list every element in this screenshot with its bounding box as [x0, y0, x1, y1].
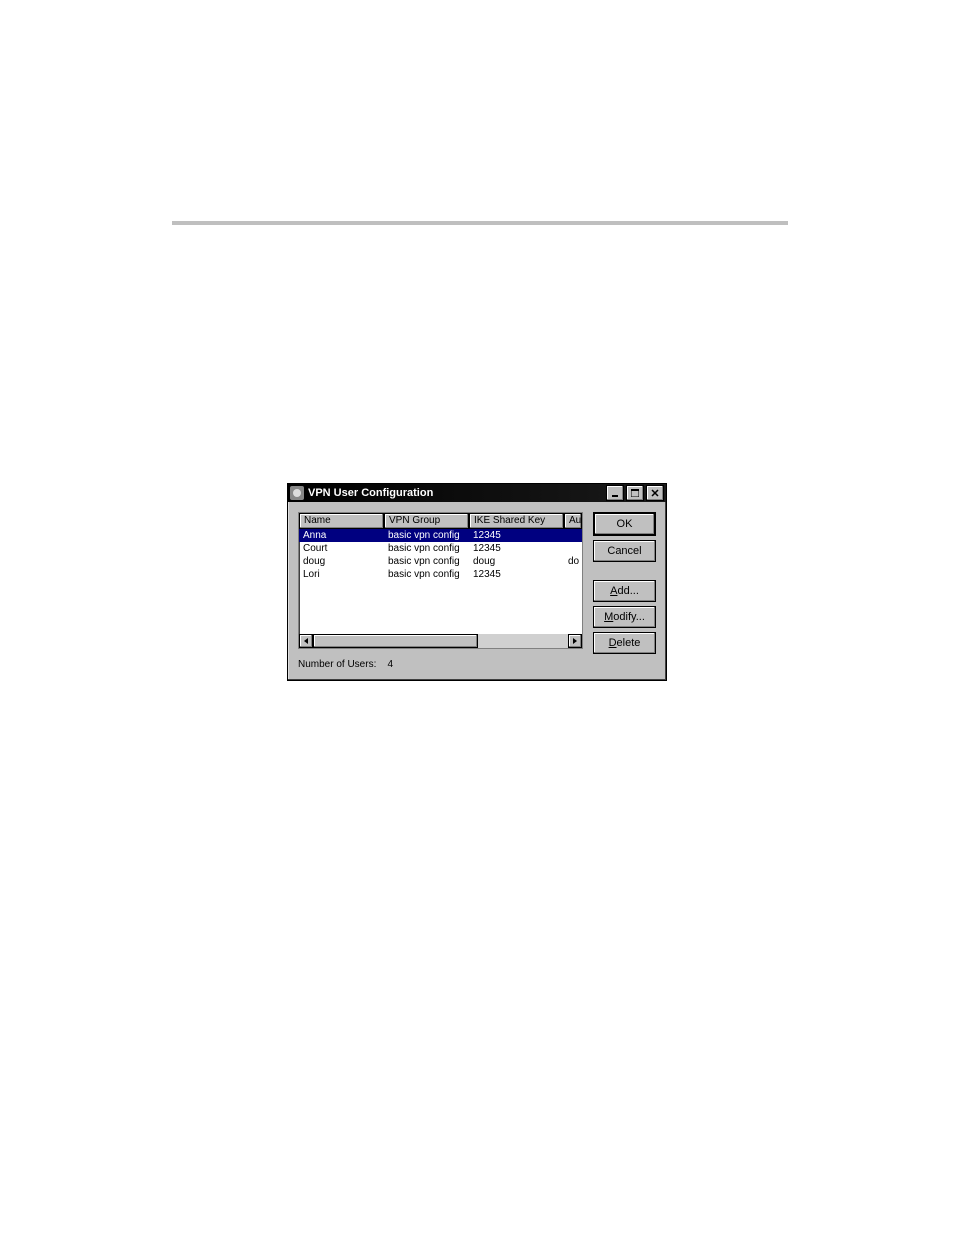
close-button[interactable]	[646, 485, 664, 501]
cell-group: basic vpn config	[384, 542, 469, 555]
user-count-label: Number of Users:	[298, 659, 376, 670]
chevron-right-icon	[572, 638, 578, 644]
cell-au	[564, 529, 582, 542]
cell-au: do	[564, 555, 582, 568]
cell-key: 12345	[469, 529, 564, 542]
maximize-icon	[631, 489, 639, 497]
close-icon	[651, 489, 659, 497]
scroll-track[interactable]	[313, 634, 568, 648]
add-button[interactable]: Add...	[593, 580, 656, 602]
page-divider	[172, 221, 788, 225]
delete-button[interactable]: Delete	[593, 632, 656, 654]
user-list-header: Name VPN Group IKE Shared Key Au	[299, 513, 582, 529]
scroll-thumb[interactable]	[313, 634, 478, 648]
scroll-left-button[interactable]	[299, 634, 313, 648]
cell-name: Anna	[299, 529, 384, 542]
cell-au	[564, 568, 582, 581]
col-header-au[interactable]: Au	[564, 513, 582, 529]
cell-group: basic vpn config	[384, 529, 469, 542]
horizontal-scrollbar[interactable]	[299, 634, 582, 648]
modify-button[interactable]: Modify...	[593, 606, 656, 628]
cell-key: doug	[469, 555, 564, 568]
app-icon	[290, 486, 304, 500]
vpn-user-config-dialog: VPN User Configuration Name VPN Group IK…	[287, 483, 667, 681]
user-count-value: 4	[387, 659, 393, 670]
add-button-label: Add...	[610, 585, 639, 597]
cancel-button[interactable]: Cancel	[593, 540, 656, 562]
cell-key: 12345	[469, 568, 564, 581]
col-header-group[interactable]: VPN Group	[384, 513, 469, 529]
status-row: Number of Users: 4	[298, 659, 583, 670]
cell-key: 12345	[469, 542, 564, 555]
col-header-name[interactable]: Name	[299, 513, 384, 529]
cell-group: basic vpn config	[384, 555, 469, 568]
user-list[interactable]: Name VPN Group IKE Shared Key Au Annabas…	[298, 512, 583, 649]
cell-group: basic vpn config	[384, 568, 469, 581]
cell-au	[564, 542, 582, 555]
window-title: VPN User Configuration	[308, 487, 604, 499]
scroll-right-button[interactable]	[568, 634, 582, 648]
minimize-button[interactable]	[606, 485, 624, 501]
window-controls	[604, 485, 664, 501]
table-row[interactable]: Loribasic vpn config12345	[299, 568, 582, 581]
table-row[interactable]: Annabasic vpn config12345	[299, 529, 582, 542]
maximize-button[interactable]	[626, 485, 644, 501]
cell-name: Lori	[299, 568, 384, 581]
col-header-key[interactable]: IKE Shared Key	[469, 513, 564, 529]
cell-name: Court	[299, 542, 384, 555]
modify-button-label: Modify...	[604, 611, 645, 623]
cell-name: doug	[299, 555, 384, 568]
table-row[interactable]: Courtbasic vpn config12345	[299, 542, 582, 555]
minimize-icon	[611, 489, 619, 497]
ok-button[interactable]: OK	[593, 512, 656, 536]
titlebar[interactable]: VPN User Configuration	[288, 484, 666, 502]
chevron-left-icon	[303, 638, 309, 644]
table-row[interactable]: dougbasic vpn configdougdo	[299, 555, 582, 568]
ok-button-label: OK	[617, 518, 633, 530]
cancel-button-label: Cancel	[607, 545, 641, 557]
delete-button-label: Delete	[609, 637, 641, 649]
